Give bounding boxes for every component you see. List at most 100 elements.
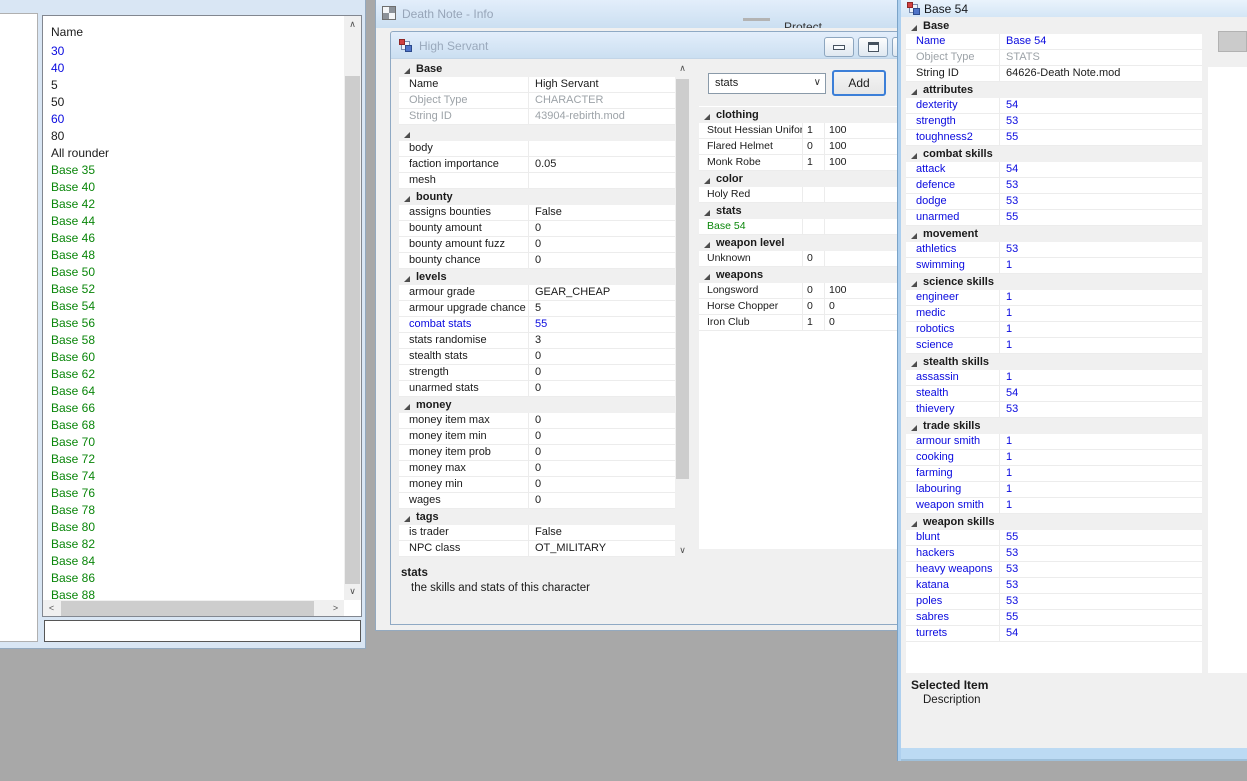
category-header[interactable]: weapon level [699,235,899,251]
scrollbar-thumb[interactable] [676,79,689,479]
property-row[interactable]: science 1 [906,338,1202,354]
property-value[interactable]: GEAR_CHEAP [529,285,675,300]
property-value[interactable]: 55 [529,317,675,332]
list-item[interactable]: Base 78 [43,502,361,519]
item-value-1[interactable]: 0 [803,283,825,298]
property-row[interactable]: money min 0 [399,477,675,493]
property-row[interactable]: Object Type STATS [906,50,1202,66]
property-row[interactable]: NPC class OT_MILITARY [399,541,675,557]
property-value[interactable]: 55 [1000,610,1202,625]
property-value[interactable]: 0 [529,381,675,396]
linked-item-row[interactable]: Base 54 [699,219,899,235]
property-row[interactable]: bounty chance 0 [399,253,675,269]
property-row[interactable]: labouring 1 [906,482,1202,498]
linked-item-row[interactable]: Monk Robe 1 100 [699,155,899,171]
property-value[interactable]: 1 [1000,258,1202,273]
scrollbar-thumb[interactable] [345,76,360,584]
list-item[interactable]: 60 [43,111,361,128]
property-row[interactable]: String ID 64626-Death Note.mod [906,66,1202,82]
linked-item-row[interactable]: Iron Club 1 0 [699,315,899,331]
property-value[interactable]: CHARACTER [529,93,675,108]
scrollbar-thumb[interactable] [61,601,314,616]
scroll-up-icon[interactable]: ∧ [344,16,361,33]
property-row[interactable]: defence 53 [906,178,1202,194]
property-value[interactable]: 53 [1000,594,1202,609]
property-row[interactable]: stealth 54 [906,386,1202,402]
list-item[interactable]: Base 60 [43,349,361,366]
property-row[interactable]: money max 0 [399,461,675,477]
property-row[interactable]: stealth stats 0 [399,349,675,365]
item-value-1[interactable]: 0 [803,251,825,266]
property-value[interactable]: 53 [1000,114,1202,129]
list-item[interactable]: Base 86 [43,570,361,587]
property-row[interactable]: sabres 55 [906,610,1202,626]
item-value-1[interactable]: 1 [803,123,825,138]
list-item[interactable]: Base 54 [43,298,361,315]
property-row[interactable]: swimming 1 [906,258,1202,274]
property-value[interactable]: 53 [1000,402,1202,417]
list-item[interactable]: Base 76 [43,485,361,502]
property-row[interactable]: katana 53 [906,578,1202,594]
property-row[interactable]: unarmed 55 [906,210,1202,226]
property-row[interactable]: faction importance 0.05 [399,157,675,173]
property-row[interactable]: Name Base 54 [906,34,1202,50]
linked-item-row[interactable]: Stout Hessian Uniform 1 100 [699,123,899,139]
property-row[interactable]: assassin 1 [906,370,1202,386]
property-value[interactable]: 55 [1000,530,1202,545]
category-header[interactable]: stealth skills [906,354,1202,370]
category-header[interactable]: clothing [699,107,899,123]
property-row[interactable]: bounty amount 0 [399,221,675,237]
item-value-2[interactable]: 0 [825,299,899,314]
linked-item-row[interactable]: Horse Chopper 0 0 [699,299,899,315]
list-item[interactable]: Base 58 [43,332,361,349]
category-header[interactable]: Base [399,61,675,77]
list-item[interactable]: Base 70 [43,434,361,451]
scroll-left-icon[interactable]: < [43,600,60,616]
category-header[interactable]: levels [399,269,675,285]
list-item[interactable]: Base 50 [43,264,361,281]
property-value[interactable]: False [529,205,675,220]
item-value-2[interactable] [825,187,899,202]
property-value[interactable]: 0 [529,349,675,364]
list-item[interactable]: Base 82 [43,536,361,553]
property-value[interactable]: 1 [1000,338,1202,353]
category-header[interactable]: science skills [906,274,1202,290]
property-value[interactable]: 54 [1000,386,1202,401]
list-item[interactable]: All rounder [43,145,361,162]
add-category-dropdown[interactable]: stats ∨ [708,73,826,94]
category-header[interactable]: movement [906,226,1202,242]
item-value-2[interactable]: 0 [825,315,899,330]
vertical-scrollbar[interactable]: ∧ ∨ [344,16,361,600]
property-value[interactable]: 0 [529,493,675,508]
property-value[interactable]: 1 [1000,450,1202,465]
category-header[interactable]: combat skills [906,146,1202,162]
list-item[interactable]: Base 64 [43,383,361,400]
scroll-up-icon[interactable]: ∧ [675,61,690,75]
list-item[interactable]: Base 48 [43,247,361,264]
property-row[interactable]: dexterity 54 [906,98,1202,114]
scroll-down-icon[interactable]: ∨ [675,543,690,557]
property-value[interactable]: Base 54 [1000,34,1202,49]
property-value[interactable]: 1 [1000,290,1202,305]
property-value[interactable]: 0 [529,253,675,268]
category-header[interactable]: color [699,171,899,187]
window-titlebar[interactable]: High Servant [391,32,922,59]
linked-item-row[interactable]: Unknown 0 [699,251,899,267]
property-value[interactable]: 53 [1000,242,1202,257]
property-row[interactable]: weapon smith 1 [906,498,1202,514]
property-value[interactable]: 1 [1000,370,1202,385]
property-value[interactable]: 1 [1000,498,1202,513]
property-row[interactable]: thievery 53 [906,402,1202,418]
property-value[interactable]: 1 [1000,322,1202,337]
property-value[interactable]: 0 [529,461,675,476]
property-value[interactable]: 1 [1000,306,1202,321]
property-value[interactable]: 0.05 [529,157,675,172]
property-value[interactable]: 1 [1000,482,1202,497]
property-value[interactable]: False [529,525,675,540]
property-row[interactable]: armour smith 1 [906,434,1202,450]
property-value[interactable]: 53 [1000,178,1202,193]
property-row[interactable]: body [399,141,675,157]
item-value-2[interactable]: 100 [825,123,899,138]
property-row[interactable]: robotics 1 [906,322,1202,338]
maximize-button[interactable] [858,37,888,57]
